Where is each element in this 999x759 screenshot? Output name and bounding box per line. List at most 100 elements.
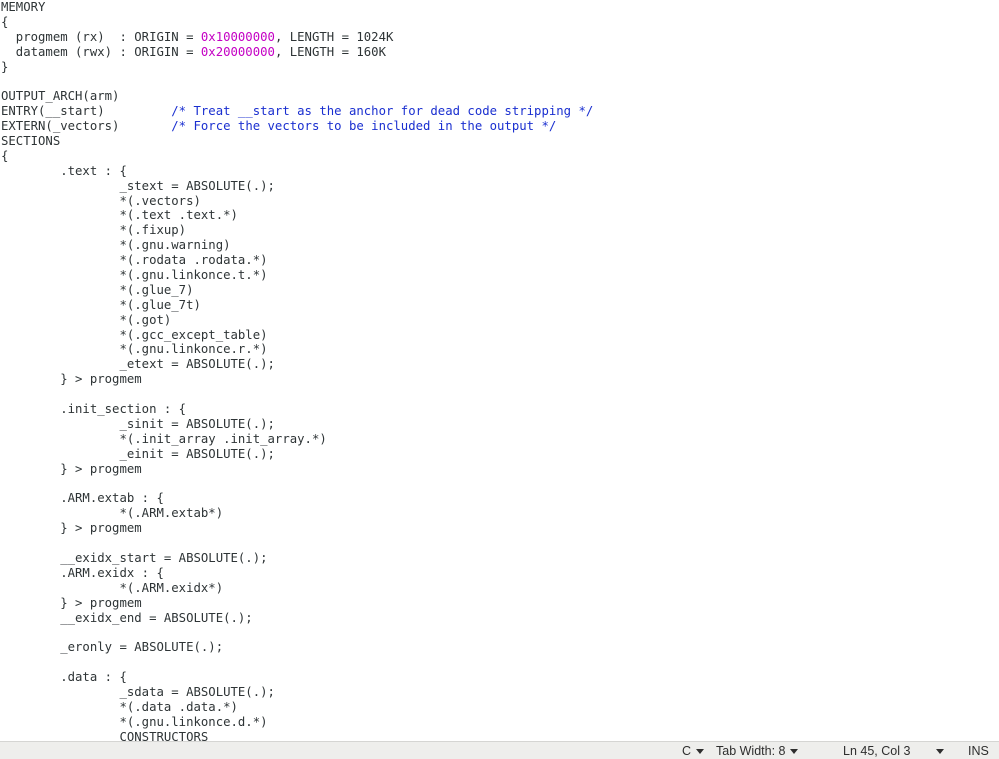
cursor-position-label[interactable]: Ln 45, Col 3 — [843, 743, 910, 759]
chevron-down-icon — [790, 748, 799, 754]
code-token: { — [1, 148, 9, 163]
code-token: _stext = ABSOLUTE(.); — [1, 178, 275, 193]
code-line[interactable]: _etext = ABSOLUTE(.); — [1, 357, 593, 372]
code-token: _etext = ABSOLUTE(.); — [1, 357, 275, 372]
code-line[interactable]: } > progmem — [1, 596, 593, 611]
code-line[interactable]: *(.gnu.linkonce.r.*) — [1, 342, 593, 357]
code-line[interactable]: ENTRY(__start) /* Treat __start as the a… — [1, 104, 593, 119]
language-selector[interactable]: C — [682, 743, 705, 759]
code-token: _sinit = ABSOLUTE(.); — [1, 416, 275, 431]
code-token: MEMORY — [1, 0, 46, 14]
code-token: } > progmem — [1, 461, 142, 476]
code-token: _eronly = ABSOLUTE(.); — [1, 640, 224, 655]
code-token: *(.gnu.linkonce.t.*) — [1, 268, 268, 283]
code-line[interactable]: *(.rodata .rodata.*) — [1, 253, 593, 268]
code-line[interactable]: SECTIONS — [1, 134, 593, 149]
code-token: OUTPUT_ARCH(arm) — [1, 89, 120, 104]
code-token: _einit = ABSOLUTE(.); — [1, 446, 275, 461]
code-line[interactable]: _einit = ABSOLUTE(.); — [1, 447, 593, 462]
code-line[interactable]: *(.gcc_except_table) — [1, 328, 593, 343]
code-line[interactable]: .init_section : { — [1, 402, 593, 417]
code-token: } > progmem — [1, 372, 142, 387]
code-line[interactable] — [1, 387, 593, 402]
language-label: C — [682, 744, 692, 758]
code-line[interactable]: { — [1, 15, 593, 30]
code-line[interactable]: *(.glue_7) — [1, 283, 593, 298]
comment-token: /* Treat __start as the anchor for dead … — [171, 104, 594, 119]
code-token: } — [1, 59, 9, 74]
code-line[interactable]: } > progmem — [1, 462, 593, 477]
code-line[interactable]: } > progmem — [1, 372, 593, 387]
code-line[interactable]: .ARM.extab : { — [1, 491, 593, 506]
code-token: *(.gnu.warning) — [1, 238, 231, 253]
code-token: } > progmem — [1, 521, 142, 536]
code-line[interactable]: *(.glue_7t) — [1, 298, 593, 313]
code-line[interactable] — [1, 655, 593, 670]
code-token: EXTERN(_vectors) — [1, 119, 172, 134]
tab-width-label: Tab Width: 8 — [716, 744, 786, 758]
code-token: *(.init_array .init_array.*) — [1, 431, 327, 446]
code-line[interactable]: { — [1, 149, 593, 164]
code-token: *(.ARM.extab*) — [1, 506, 224, 521]
code-line[interactable]: CONSTRUCTORS — [1, 730, 593, 741]
code-token: datamem (rwx) : ORIGIN = — [1, 44, 201, 59]
code-token: *(.glue_7) — [1, 282, 194, 297]
code-line[interactable]: .text : { — [1, 164, 593, 179]
comment-token: /* Force the vectors to be included in t… — [171, 119, 557, 134]
code-line[interactable]: *(.got) — [1, 313, 593, 328]
code-line[interactable]: *(.text .text.*) — [1, 208, 593, 223]
code-line[interactable]: EXTERN(_vectors) /* Force the vectors to… — [1, 119, 593, 134]
code-token: __exidx_end = ABSOLUTE(.); — [1, 610, 253, 625]
code-line[interactable]: } — [1, 60, 593, 75]
code-line[interactable]: _eronly = ABSOLUTE(.); — [1, 640, 593, 655]
code-token: *(.vectors) — [1, 193, 201, 208]
code-line[interactable]: MEMORY — [1, 0, 593, 15]
code-token: progmem (rx) : ORIGIN = — [1, 29, 201, 44]
code-token: _sdata = ABSOLUTE(.); — [1, 684, 275, 699]
code-line[interactable]: .data : { — [1, 670, 593, 685]
code-line[interactable]: *(.init_array .init_array.*) — [1, 432, 593, 447]
code-token: *(.glue_7t) — [1, 297, 201, 312]
chevron-down-icon — [936, 748, 944, 754]
code-line[interactable]: __exidx_end = ABSOLUTE(.); — [1, 611, 593, 626]
code-token: .init_section : { — [1, 402, 187, 417]
code-token: .ARM.extab : { — [1, 491, 164, 506]
code-line[interactable]: *(.data .data.*) — [1, 700, 593, 715]
code-line[interactable]: *(.fixup) — [1, 223, 593, 238]
text-editor[interactable]: MEMORY{ progmem (rx) : ORIGIN = 0x100000… — [0, 0, 999, 741]
code-line[interactable]: *(.gnu.linkonce.d.*) — [1, 715, 593, 730]
code-line[interactable]: _sdata = ABSOLUTE(.); — [1, 685, 593, 700]
code-token: .text : { — [1, 163, 127, 178]
cursor-position-dropdown[interactable] — [931, 743, 944, 759]
code-line[interactable]: } > progmem — [1, 521, 593, 536]
code-token: *(.gnu.linkonce.d.*) — [1, 714, 268, 729]
tab-width-selector[interactable]: Tab Width: 8 — [716, 743, 799, 759]
code-line[interactable]: _stext = ABSOLUTE(.); — [1, 179, 593, 194]
code-line[interactable] — [1, 625, 593, 640]
code-line[interactable]: *(.gnu.warning) — [1, 238, 593, 253]
code-token: __exidx_start = ABSOLUTE(.); — [1, 550, 268, 565]
code-line[interactable]: *(.ARM.extab*) — [1, 506, 593, 521]
code-line[interactable]: *(.ARM.exidx*) — [1, 581, 593, 596]
code-line[interactable]: *(.vectors) — [1, 194, 593, 209]
code-token: *(.ARM.exidx*) — [1, 580, 224, 595]
code-line[interactable]: progmem (rx) : ORIGIN = 0x10000000, LENG… — [1, 30, 593, 45]
chevron-down-icon — [696, 748, 705, 754]
code-line[interactable]: .ARM.exidx : { — [1, 566, 593, 581]
code-token: *(.gnu.linkonce.r.*) — [1, 342, 268, 357]
insert-mode-indicator[interactable]: INS — [968, 743, 989, 759]
code-line[interactable]: datamem (rwx) : ORIGIN = 0x20000000, LEN… — [1, 45, 593, 60]
code-token: *(.gcc_except_table) — [1, 327, 268, 342]
code-line[interactable]: _sinit = ABSOLUTE(.); — [1, 417, 593, 432]
code-line[interactable]: __exidx_start = ABSOLUTE(.); — [1, 551, 593, 566]
code-line[interactable] — [1, 477, 593, 492]
code-line[interactable]: OUTPUT_ARCH(arm) — [1, 89, 593, 104]
code-line[interactable] — [1, 74, 593, 89]
code-token: *(.fixup) — [1, 223, 187, 238]
code-token: CONSTRUCTORS — [1, 729, 209, 741]
code-line[interactable]: *(.gnu.linkonce.t.*) — [1, 268, 593, 283]
code-token: } > progmem — [1, 595, 142, 610]
code-token: *(.got) — [1, 312, 172, 327]
code-line[interactable] — [1, 536, 593, 551]
code-view[interactable]: MEMORY{ progmem (rx) : ORIGIN = 0x100000… — [1, 0, 593, 741]
